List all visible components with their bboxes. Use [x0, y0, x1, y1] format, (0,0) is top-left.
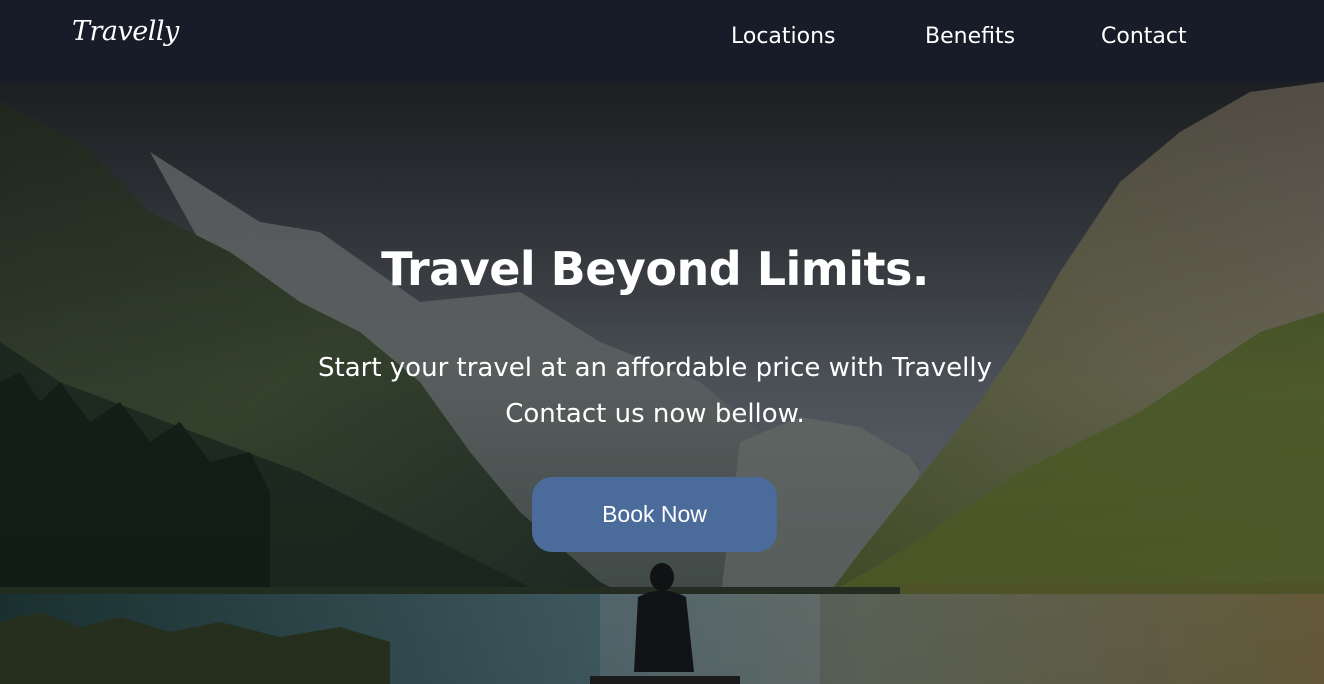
hero-subtitle-line-1: Start your travel at an affordable price…: [318, 353, 992, 383]
hero-title: Travel Beyond Limits.: [381, 242, 929, 296]
nav-link-locations[interactable]: Locations: [731, 24, 836, 49]
hero-background-image: [0, 82, 1324, 684]
nav-link-contact[interactable]: Contact: [1101, 24, 1187, 49]
hero-subtitle-line-2: Contact us now bellow.: [505, 399, 805, 429]
hero-section: Travel Beyond Limits. Start your travel …: [0, 82, 1324, 684]
logo[interactable]: Travelly: [72, 16, 179, 47]
nav-link-benefits[interactable]: Benefits: [925, 24, 1015, 49]
book-now-button[interactable]: Book Now: [532, 477, 777, 552]
site-header: Travelly Locations Benefits Contact: [0, 0, 1324, 82]
